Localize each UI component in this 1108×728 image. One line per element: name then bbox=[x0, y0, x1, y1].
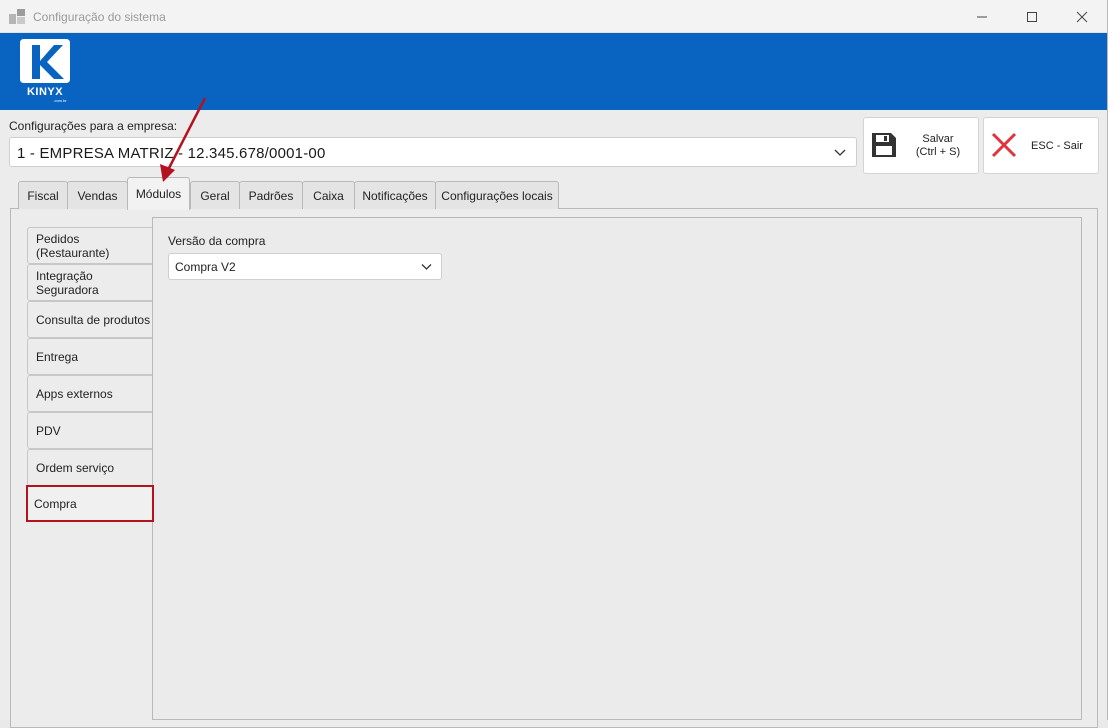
tab-geral[interactable]: Geral bbox=[190, 181, 240, 209]
side-tab-compra[interactable]: Compra bbox=[26, 485, 154, 522]
tab-configuracoes-locais[interactable]: Configurações locais bbox=[435, 181, 559, 209]
chevron-down-icon bbox=[834, 149, 846, 156]
side-tab-entrega[interactable]: Entrega bbox=[27, 338, 153, 375]
tab-notificacoes[interactable]: Notificações bbox=[354, 181, 436, 209]
exit-button[interactable]: ESC - Sair bbox=[983, 117, 1099, 174]
save-label-line2: (Ctrl + S) bbox=[915, 146, 961, 158]
window-title: Configuração do sistema bbox=[33, 10, 166, 24]
svg-text:KINYX: KINYX bbox=[27, 86, 63, 98]
tab-vendas[interactable]: Vendas bbox=[67, 181, 128, 209]
svg-text:.com.br: .com.br bbox=[53, 98, 67, 103]
kinyx-logo: KINYX .com.br bbox=[20, 39, 70, 103]
tab-fiscal[interactable]: Fiscal bbox=[18, 181, 68, 209]
header-banner: KINYX .com.br bbox=[0, 33, 1107, 110]
title-bar: Configuração do sistema bbox=[0, 0, 1107, 33]
tab-caixa[interactable]: Caixa bbox=[302, 181, 355, 209]
side-tab-ordem-servico[interactable]: Ordem serviço bbox=[27, 449, 153, 486]
save-label-line1: Salvar bbox=[922, 133, 954, 145]
maximize-icon bbox=[1027, 11, 1037, 22]
side-tab-consulta[interactable]: Consulta de produtos bbox=[27, 301, 153, 338]
tab-padroes[interactable]: Padrões bbox=[239, 181, 303, 209]
version-select[interactable]: Compra V2 bbox=[168, 253, 442, 280]
minimize-button[interactable] bbox=[959, 0, 1005, 33]
content-pane bbox=[152, 217, 1082, 720]
version-label: Versão da compra bbox=[168, 234, 266, 248]
tab-modulos[interactable]: Módulos bbox=[127, 177, 190, 210]
close-button[interactable] bbox=[1059, 0, 1105, 33]
save-button-label: Salvar (Ctrl + S) bbox=[898, 133, 978, 159]
close-icon bbox=[1076, 11, 1088, 22]
version-value: Compra V2 bbox=[175, 260, 236, 274]
side-tab-pedidos[interactable]: Pedidos (Restaurante) bbox=[27, 227, 153, 264]
side-tab-apps-externos[interactable]: Apps externos bbox=[27, 375, 153, 412]
company-label: Configurações para a empresa: bbox=[9, 119, 178, 133]
save-button[interactable]: Salvar (Ctrl + S) bbox=[863, 117, 979, 174]
company-value: 1 - EMPRESA MATRIZ - 12.345.678/0001-00 bbox=[17, 145, 326, 162]
company-select[interactable]: 1 - EMPRESA MATRIZ - 12.345.678/0001-00 bbox=[9, 137, 857, 167]
chevron-down-icon bbox=[421, 264, 432, 270]
minimize-icon bbox=[977, 16, 987, 17]
config-window: Configuração do sistema KINYX .com.br Co… bbox=[0, 0, 1108, 728]
maximize-button[interactable] bbox=[1009, 0, 1055, 33]
save-icon bbox=[872, 133, 896, 157]
app-icon bbox=[9, 9, 25, 24]
side-tab-pdv[interactable]: PDV bbox=[27, 412, 153, 449]
side-tab-integracao[interactable]: Integração Seguradora bbox=[27, 264, 153, 301]
exit-button-label: ESC - Sair bbox=[1031, 140, 1083, 152]
close-x-icon bbox=[991, 132, 1017, 158]
